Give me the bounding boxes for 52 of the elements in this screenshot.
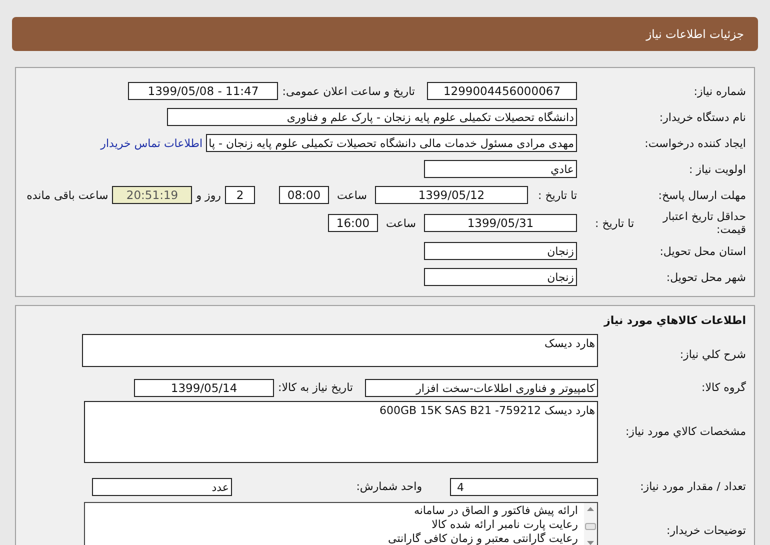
scroll-down-icon[interactable] [586, 540, 595, 545]
scroll-thumb[interactable] [585, 522, 596, 530]
scroll-up-icon[interactable] [586, 506, 595, 512]
field-label: شماره نیاز: [692, 84, 746, 98]
days-left-field: 2 [225, 186, 255, 204]
field-label: ایجاد کننده درخواست: [644, 136, 746, 150]
announce-date-field: 1399/05/08 - 11:47 [128, 82, 278, 100]
goods-group-field: کامپیوتر و فناوری اطلاعات-سخت افزار [365, 378, 598, 396]
buyer-contact-link[interactable]: اطلاعات تماس خریدار [100, 136, 203, 150]
field-label: تا تاریخ : [594, 216, 634, 230]
field-label: تاریخ نیاز به کالا: [277, 381, 354, 394]
field-label: اولویت نیاز : [688, 162, 746, 176]
time-left-field: 20:51:19 [112, 186, 192, 204]
unit-field: عدد [92, 478, 232, 496]
buyer-name-field: دانشگاه تحصیلات تکمیلی علوم پایه زنجان - پارک علم و فناوری [167, 108, 577, 126]
field-label: مهلت ارسال پاسخ: [657, 188, 746, 202]
field-label: استان محل تحویل: [658, 244, 746, 258]
validity-date-field: 1399/05/31 [424, 214, 577, 232]
field-label: نام دستگاه خریدار: [658, 110, 746, 124]
field-label: حداقل تاریخ اعتبار قیمت: [662, 210, 746, 236]
summary-field: هارد دیسک [82, 334, 598, 367]
priority-field: عادي [424, 160, 577, 178]
deadline-date-field: 1399/05/12 [375, 186, 528, 204]
requester-field: مهدی مرادی مسئول خدمات مالی دانشگاه تحصیلات تکمیلی علوم پایه زنجان - پا [206, 134, 577, 152]
deadline-time-field: 08:00 [279, 186, 329, 204]
quantity-field: 4 [450, 478, 598, 496]
field-label: روز و [194, 188, 222, 202]
field-label: تاریخ و ساعت اعلان عمومی: [281, 84, 416, 98]
validity-time-field: 16:00 [328, 214, 378, 232]
note-line: رعایت گارانتی معتبر و زمان کافی گارانتی [388, 532, 578, 545]
field-label: شهر محل تحویل: [665, 270, 746, 284]
city-field: زنجان [424, 268, 577, 286]
page-title: جزئیات اطلاعات نیاز [646, 27, 744, 41]
field-label: تا تاریخ : [537, 188, 577, 202]
section-title: اطلاعات کالاهاي مورد نياز [602, 314, 747, 329]
field-label: واحد شمارش: [355, 480, 423, 493]
scrollbar[interactable] [584, 503, 597, 545]
field-label: ساعت [336, 188, 368, 202]
field-label: تعداد / مقدار مورد نیاز: [639, 480, 747, 493]
field-label: شرح کلي نياز: [678, 347, 747, 361]
province-field: زنجان [424, 242, 577, 260]
field-label: ساعت [385, 216, 417, 230]
note-line: رعایت پارت نامبر ارائه شده کالا [430, 518, 578, 532]
field-label: گروه کالا: [700, 381, 747, 394]
buyer-notes-field[interactable]: ارائه پیش فاکتور و الصاق در سامانه رعایت پارت نامبر ارائه شده کالا رعایت گارانتی معتبر و زمان کافی گارانتی [84, 502, 598, 545]
field-label: ساعت باقی مانده [26, 188, 110, 202]
need-number-field: 1299004456000067 [427, 82, 577, 100]
field-label: توضیحات خریدار: [666, 523, 747, 537]
note-line: ارائه پیش فاکتور و الصاق در سامانه [412, 504, 578, 518]
need-date-field: 1399/05/14 [134, 378, 274, 396]
field-label: مشخصات کالاي مورد نياز: [624, 424, 747, 438]
specification-field: هارد دیسک 759212- 600GB 15K SAS B21 [84, 401, 598, 463]
